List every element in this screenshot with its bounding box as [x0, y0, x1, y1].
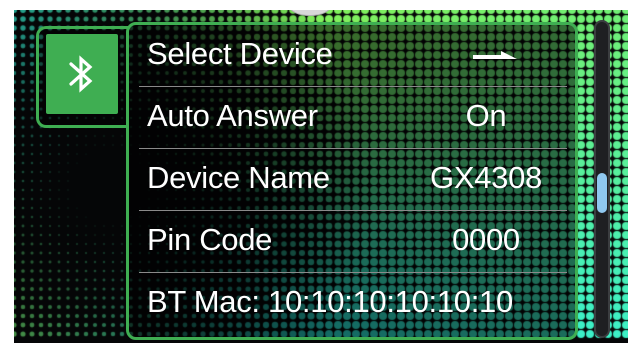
pin-code-row[interactable]: Pin Code 0000: [129, 211, 575, 270]
bt-mac-label: BT Mac: 10:10:10:10:10:10: [147, 284, 513, 319]
bluetooth-icon: [69, 55, 93, 93]
scroll-thumb[interactable]: [597, 173, 607, 213]
arrow-right-icon: [473, 51, 517, 59]
auto-answer-value: On: [465, 98, 507, 133]
auto-answer-label: Auto Answer: [147, 98, 318, 133]
pin-code-value: 0000: [452, 222, 520, 257]
device-name-row[interactable]: Device Name GX4308: [129, 149, 575, 208]
bluetooth-settings-screen: Select Device Auto Answer On Device Name…: [14, 10, 628, 343]
device-name-value: GX4308: [430, 160, 542, 195]
bt-mac-row: BT Mac: 10:10:10:10:10:10: [129, 273, 575, 332]
bluetooth-category-button[interactable]: [46, 34, 118, 114]
device-name-label: Device Name: [147, 160, 330, 195]
select-device-label: Select Device: [147, 36, 333, 71]
select-device-row[interactable]: Select Device: [129, 25, 575, 84]
pin-code-label: Pin Code: [147, 222, 273, 257]
settings-list: Select Device Auto Answer On Device Name…: [126, 22, 578, 340]
auto-answer-row[interactable]: Auto Answer On: [129, 87, 575, 146]
scrollbar[interactable]: [594, 20, 610, 338]
